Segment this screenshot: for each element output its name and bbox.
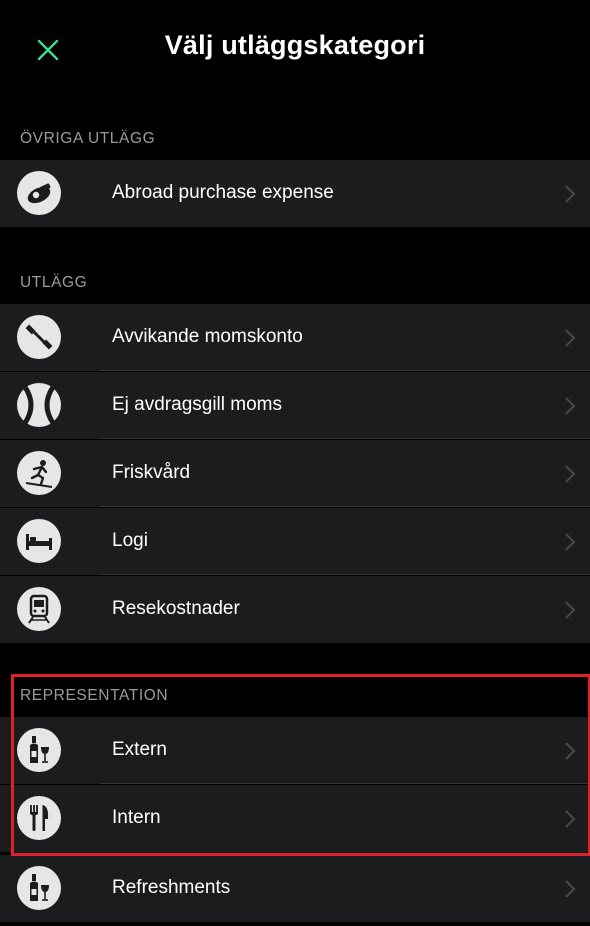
chevron-right-icon — [565, 810, 576, 828]
row-divider — [100, 574, 590, 575]
chevron-right-icon — [565, 465, 576, 483]
list-item-ej-avdragsgill-moms[interactable]: Ej avdragsgill moms — [0, 372, 590, 439]
row-divider — [100, 370, 590, 371]
list-item-label: Logi — [112, 530, 148, 551]
list-item-avvikande-momskonto[interactable]: Avvikande momskonto — [0, 304, 590, 371]
list-item-label: Avvikande momskonto — [112, 326, 303, 347]
bed-icon — [17, 519, 61, 563]
list-item-logi[interactable]: Logi — [0, 508, 590, 575]
chevron-right-icon — [565, 185, 576, 203]
list-item-label: Friskvård — [112, 462, 191, 483]
row-divider — [100, 783, 590, 784]
list-item-label: Abroad purchase expense — [112, 182, 334, 203]
wine-bottle-glass-icon — [17, 866, 61, 910]
chevron-right-icon — [565, 880, 576, 898]
list-item-label: Refreshments — [112, 877, 231, 898]
skier-icon — [17, 451, 61, 495]
section-title: ÖVRIGA UTLÄGG — [20, 130, 156, 147]
chevron-right-icon — [565, 533, 576, 551]
list-item-resekostnader[interactable]: Resekostnader — [0, 576, 590, 643]
section-title: REPRESENTATION — [20, 687, 169, 704]
fork-knife-icon — [17, 796, 61, 840]
section-header-ovriga-utlagg: ÖVRIGA UTLÄGG — [0, 104, 590, 160]
list-item-label: Extern — [112, 739, 167, 760]
list-item-friskvard[interactable]: Friskvård — [0, 440, 590, 507]
list-item-label: Intern — [112, 807, 161, 828]
navigation-bar: Välj utläggskategori — [0, 0, 590, 104]
page-title: Välj utläggskategori — [164, 30, 426, 60]
list-item-label: Ej avdragsgill moms — [112, 394, 282, 415]
section-header-utlagg: UTLÄGG — [0, 227, 590, 304]
list-item-intern[interactable]: Intern — [0, 785, 590, 852]
dumbbell-icon — [17, 315, 61, 359]
chevron-right-icon — [565, 601, 576, 619]
section-header-representation: REPRESENTATION — [0, 643, 590, 717]
list-item-extern[interactable]: Extern — [0, 717, 590, 784]
train-icon — [17, 587, 61, 631]
wine-bottle-glass-icon — [17, 728, 61, 772]
chevron-right-icon — [565, 397, 576, 415]
list-item-refreshments[interactable]: Refreshments — [0, 855, 590, 922]
tennis-ball-icon — [17, 383, 61, 427]
list-item-label: Resekostnader — [112, 598, 240, 619]
list-item-abroad-purchase-expense[interactable]: Abroad purchase expense — [0, 160, 590, 227]
chevron-right-icon — [565, 742, 576, 760]
chevron-right-icon — [565, 329, 576, 347]
row-divider — [100, 506, 590, 507]
whistle-icon — [17, 171, 61, 215]
row-divider — [100, 438, 590, 439]
section-title: UTLÄGG — [20, 274, 88, 291]
